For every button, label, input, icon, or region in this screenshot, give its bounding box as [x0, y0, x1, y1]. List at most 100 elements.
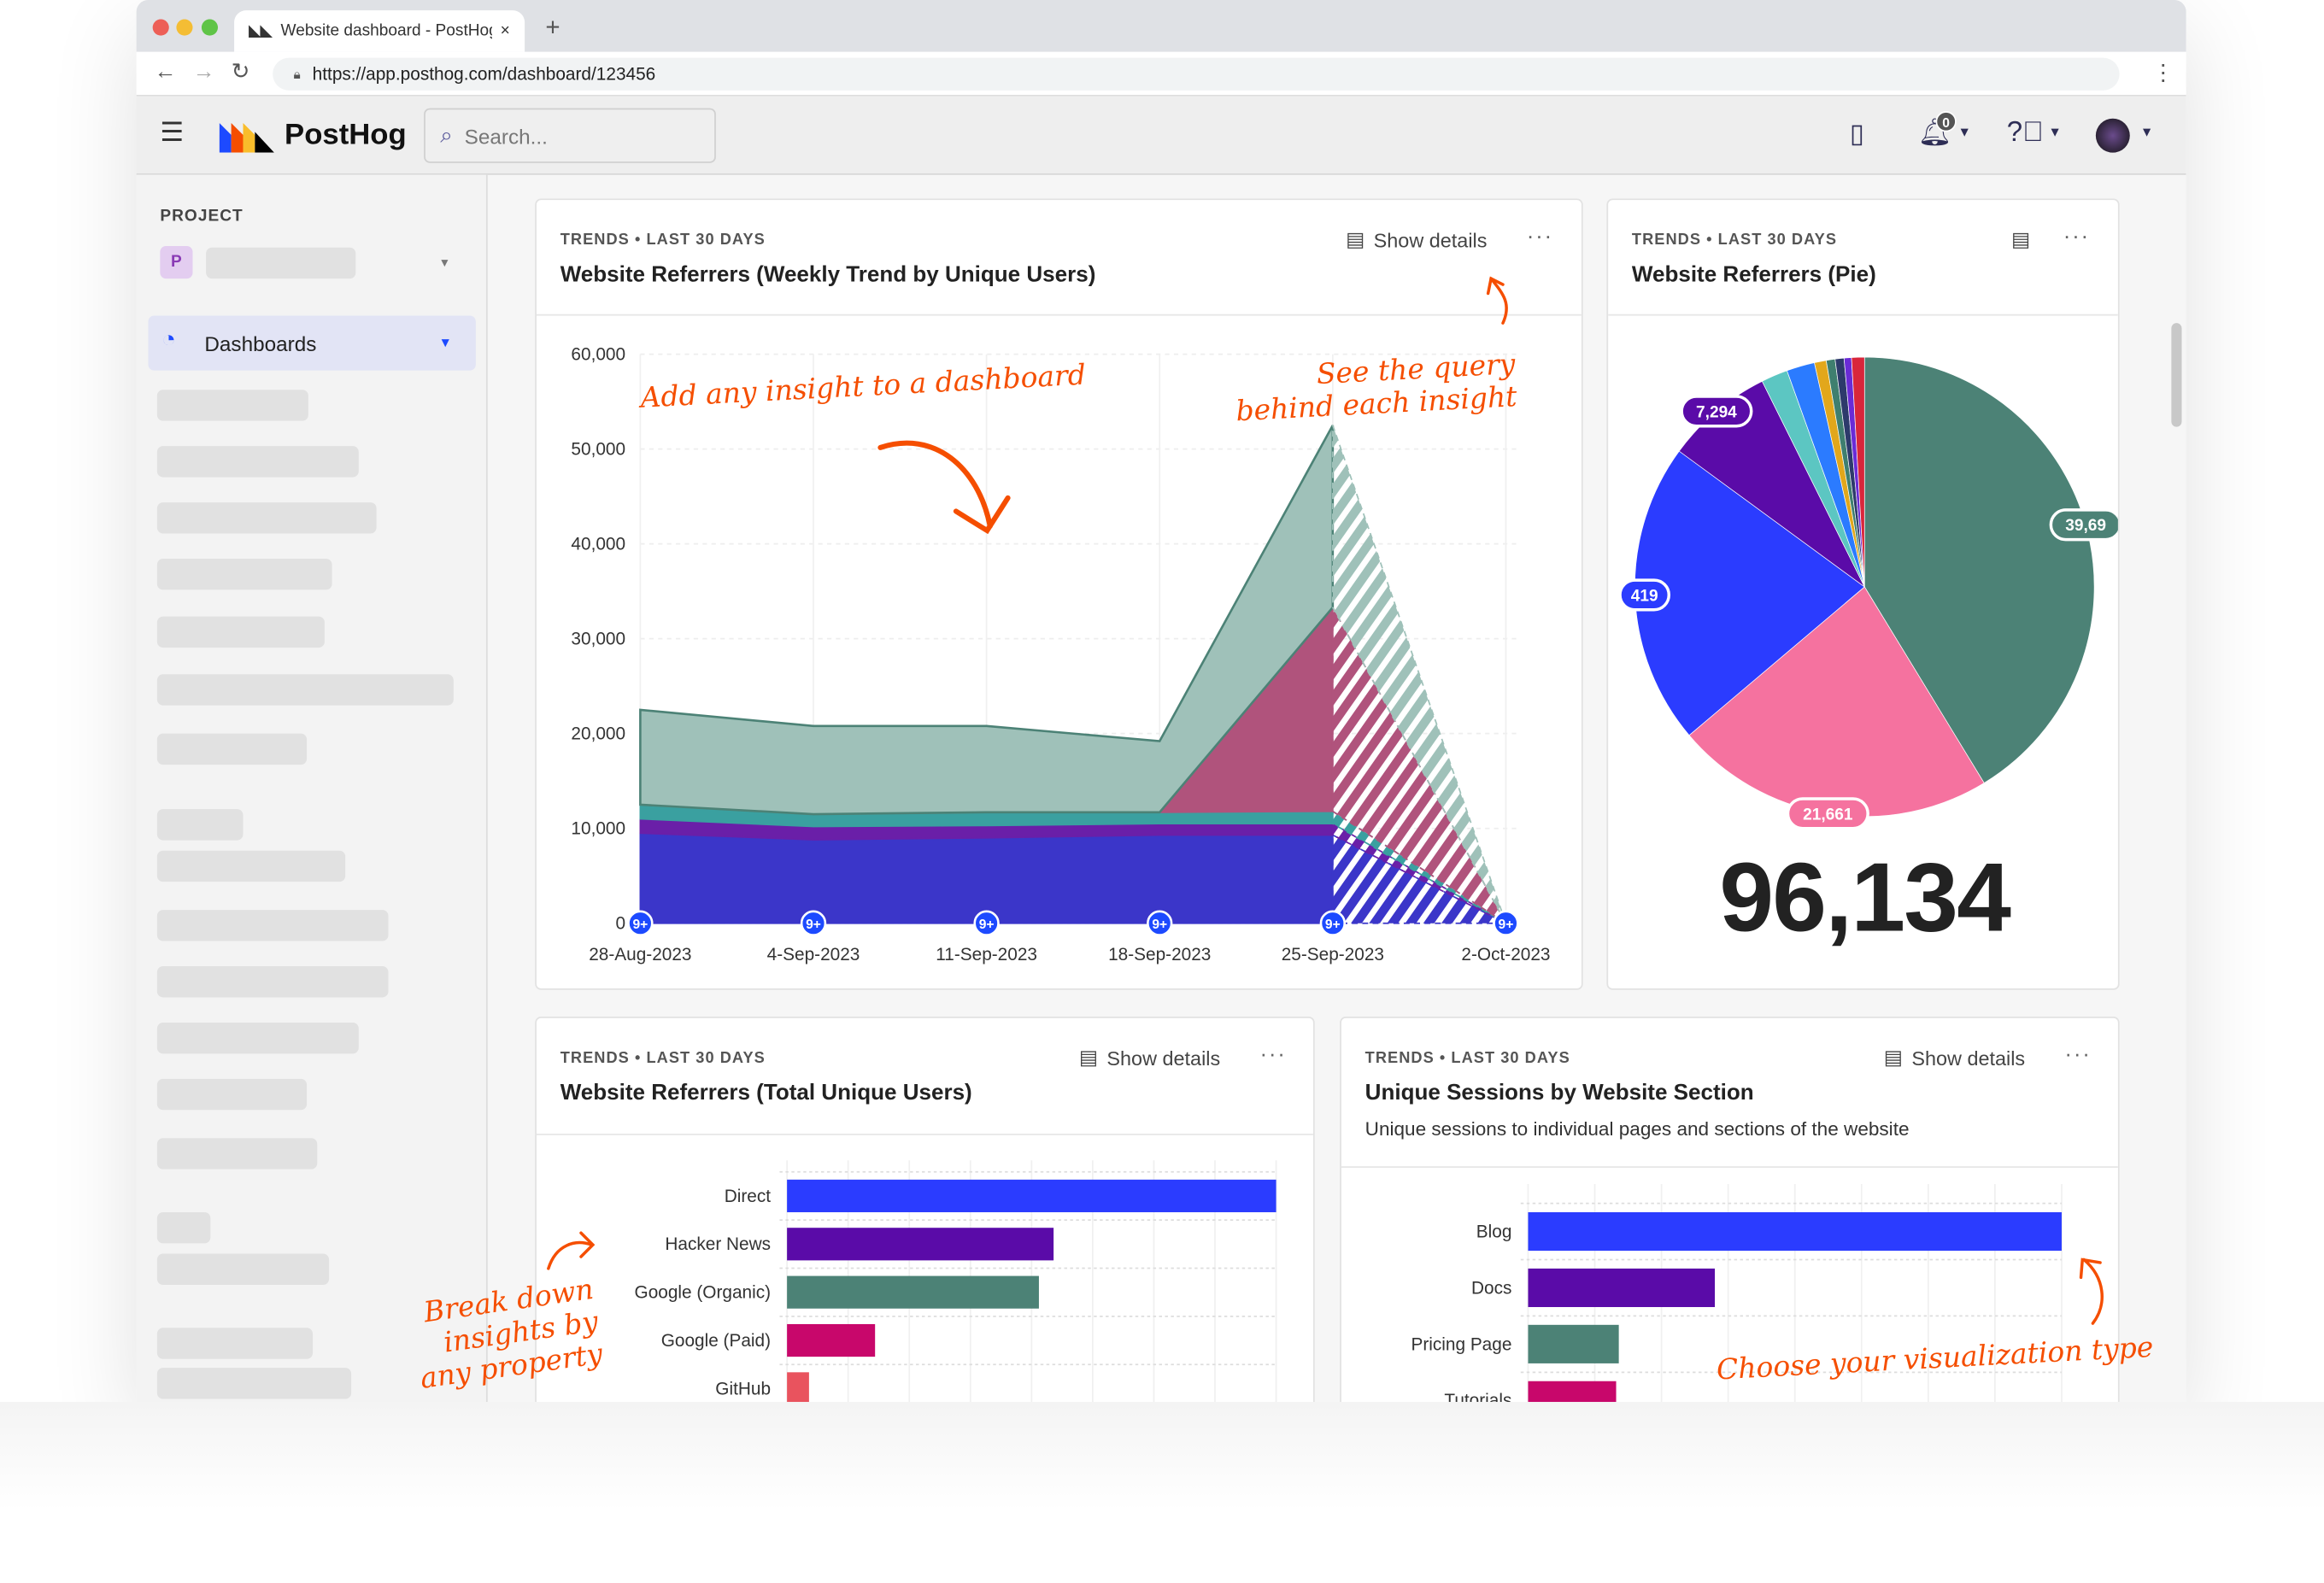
chevron-down-icon[interactable]: ▼	[2048, 125, 2061, 139]
posthog-favicon-icon: ◣◣	[249, 22, 273, 39]
sidebar-item-placeholder[interactable]	[156, 1022, 359, 1054]
bar-category-label: Google (Organic)	[635, 1283, 772, 1303]
notification-badge: 0	[1935, 111, 1957, 132]
sidebar-item-placeholder[interactable]	[156, 1078, 308, 1111]
sidebar-item-placeholder[interactable]	[156, 502, 377, 534]
pie-label-text: 39,69	[2065, 517, 2106, 535]
bar	[787, 1372, 809, 1405]
chevron-down-icon[interactable]: ▼	[2140, 125, 2153, 139]
y-tick-label: 0	[615, 914, 625, 934]
sidebar-item-placeholder[interactable]	[156, 1211, 211, 1244]
sidebar-item-placeholder[interactable]	[156, 390, 308, 421]
url-field[interactable]: 🔒︎ https://app.posthog.com/dashboard/123…	[273, 57, 2120, 91]
lock-icon: 🔒︎	[293, 66, 301, 81]
y-tick-label: 20,000	[571, 724, 625, 744]
project-label: PROJECT	[160, 207, 244, 226]
dashboard-gauge-icon: ◔	[161, 327, 176, 353]
bar	[787, 1179, 1276, 1212]
bar-category-label: Hacker News	[665, 1234, 771, 1254]
app-header: ☰ PostHog ⌕ Search... ▯ 🔔︎ 0 ▼ ?⃝ ▼ ▼	[136, 96, 2186, 175]
annotation-marker-label: 9+	[806, 918, 821, 932]
help-icon[interactable]: ?⃝	[2007, 117, 2044, 150]
sidebar-item-placeholder[interactable]	[156, 446, 359, 478]
sidebar-item-placeholder[interactable]	[156, 616, 325, 648]
sidebar-item-placeholder[interactable]	[156, 733, 308, 765]
x-tick-label: 18-Sep-2023	[1108, 945, 1211, 964]
bar	[1528, 1268, 1716, 1308]
area-series	[639, 832, 1334, 924]
url-text: https://app.posthog.com/dashboard/123456	[312, 63, 656, 85]
y-tick-label: 50,000	[571, 440, 625, 460]
forward-icon[interactable]: →	[193, 59, 215, 84]
bar-category-label: Direct	[725, 1187, 772, 1206]
user-avatar[interactable]	[2095, 118, 2130, 153]
pie-data-label: 7,294	[1680, 395, 1753, 428]
sidebar-item-placeholder[interactable]	[156, 1253, 330, 1285]
address-bar: ← → ↻ 🔒︎ https://app.posthog.com/dashboa…	[136, 51, 2186, 97]
chevron-down-icon[interactable]: ▼	[438, 256, 450, 270]
minimize-window-button[interactable]	[176, 19, 193, 36]
insight-card-weekly-trend: TRENDS • LAST 30 DAYS Website Referrers …	[535, 198, 1583, 990]
y-tick-label: 30,000	[571, 630, 625, 649]
sidebar-item-placeholder[interactable]	[156, 1138, 318, 1170]
project-name-placeholder[interactable]	[206, 247, 356, 279]
sidebar-item-placeholder[interactable]	[156, 674, 454, 706]
bar-category-label: Docs	[1471, 1278, 1511, 1298]
back-icon[interactable]: ←	[154, 59, 176, 84]
x-tick-label: 25-Sep-2023	[1282, 945, 1384, 964]
bar-category-label: Blog	[1476, 1222, 1512, 1241]
search-icon: ⌕	[440, 122, 453, 149]
pie-data-label: 21,661	[1786, 797, 1869, 830]
annotation-marker-label: 9+	[979, 918, 995, 932]
area-chart: 0 10,000 20,000 30,000 40,000 50,000 60,000 28-…	[571, 345, 1550, 965]
project-avatar: P	[160, 245, 193, 279]
tab-bar: ◣◣ Website dashboard - PostHog × +	[136, 0, 2186, 52]
chevron-down-icon[interactable]: ▼	[1958, 125, 1971, 139]
annotation-marker-label: 9+	[1152, 918, 1167, 932]
search-placeholder: Search...	[464, 123, 548, 148]
sidebar-item-dashboards[interactable]: ◔ Dashboards ▼	[148, 315, 476, 371]
sidebar-item-placeholder[interactable]	[156, 1368, 352, 1399]
posthog-logo-icon	[219, 122, 274, 153]
tab-title: Website dashboard - PostHog	[280, 22, 492, 40]
sidebar-item-label: Dashboards	[204, 331, 317, 356]
sidebar-item-placeholder[interactable]	[156, 966, 389, 998]
maximize-window-button[interactable]	[201, 19, 219, 36]
scrollbar[interactable]	[2171, 323, 2182, 427]
total-value: 96,134	[1719, 841, 2011, 952]
bar-category-label: Google (Paid)	[661, 1331, 771, 1351]
bar	[1528, 1324, 1619, 1363]
sidebar-item-placeholder[interactable]	[156, 850, 346, 882]
bar-chart: Direct Hacker News Google (Organic) Google …	[635, 1160, 1277, 1445]
sidebar-item-placeholder[interactable]	[156, 809, 244, 841]
y-tick-label: 10,000	[571, 819, 625, 839]
search-input[interactable]: ⌕ Search...	[424, 108, 716, 163]
page-fade	[0, 1402, 2324, 1583]
pie-label-text: 419	[1631, 587, 1658, 605]
y-tick-label: 40,000	[571, 535, 625, 554]
pie-data-label: 419	[1618, 578, 1671, 612]
browser-menu-icon[interactable]: ⋮	[2152, 59, 2174, 85]
sidebar-item-placeholder[interactable]	[156, 910, 389, 941]
sidebar-item-placeholder[interactable]	[156, 558, 332, 590]
close-tab-icon[interactable]: ×	[501, 22, 510, 40]
x-tick-label: 28-Aug-2023	[589, 945, 691, 964]
x-tick-label: 2-Oct-2023	[1461, 945, 1550, 964]
notebook-icon[interactable]: ▯	[1850, 119, 1864, 150]
bar-category-label: GitHub	[715, 1379, 771, 1398]
sidebar: PROJECT P ▼ ◔ Dashboards ▼	[136, 174, 488, 1403]
menu-toggle-icon[interactable]: ☰	[160, 117, 184, 148]
browser-tab[interactable]: ◣◣ Website dashboard - PostHog ×	[234, 10, 525, 52]
chevron-down-icon[interactable]: ▼	[438, 335, 451, 349]
bar	[1528, 1211, 2062, 1252]
sidebar-item-placeholder[interactable]	[156, 1328, 314, 1359]
close-window-button[interactable]	[152, 19, 169, 36]
reload-icon[interactable]: ↻	[232, 58, 250, 84]
insight-card-pie: TRENDS • LAST 30 DAYS Website Referrers …	[1606, 198, 2120, 990]
pie-label-text: 21,661	[1803, 806, 1853, 824]
new-tab-button[interactable]: +	[545, 14, 560, 44]
x-tick-label: 4-Sep-2023	[767, 945, 860, 964]
pie-data-label: 39,69	[2049, 508, 2118, 542]
brand-name: PostHog	[285, 118, 407, 151]
bar-category-label: Pricing Page	[1411, 1334, 1511, 1354]
